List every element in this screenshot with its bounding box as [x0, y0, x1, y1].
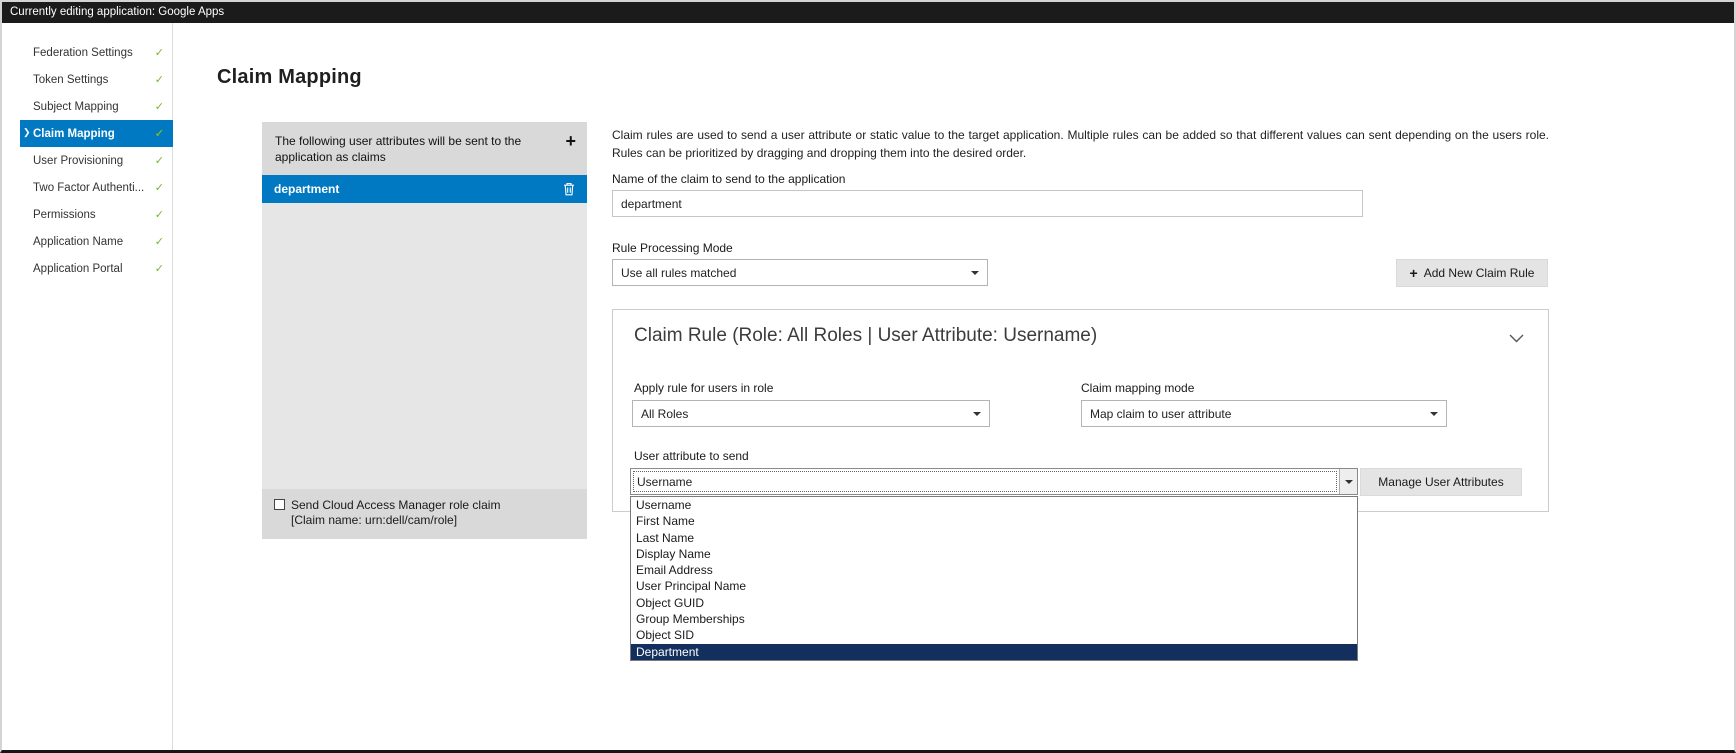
apply-rule-role-label: Apply rule for users in role [634, 381, 773, 395]
sidebar-item-label: Application Portal [33, 263, 123, 275]
attribute-list-item-department[interactable]: department [262, 175, 587, 203]
claim-rule-title: Claim Rule (Role: All Roles | User Attri… [634, 325, 1097, 347]
chevron-down-icon [973, 412, 981, 420]
sidebar-item-label: Subject Mapping [33, 101, 119, 113]
page-title: Claim Mapping [217, 66, 362, 89]
user-attribute-options-list: Username First Name Last Name Display Na… [630, 496, 1358, 661]
manage-user-attributes-button[interactable]: Manage User Attributes [1360, 468, 1522, 496]
rule-processing-mode-value: Use all rules matched [621, 266, 736, 280]
attribute-list-empty-area [262, 203, 587, 488]
option-first-name[interactable]: First Name [631, 513, 1357, 529]
role-claim-checkbox[interactable] [274, 499, 285, 510]
claim-mapping-mode-label: Claim mapping mode [1081, 381, 1194, 395]
sidebar-item-subject-mapping[interactable]: ❯ Subject Mapping ✓ [20, 93, 173, 120]
check-icon: ✓ [155, 100, 164, 113]
user-attribute-combobox[interactable] [630, 468, 1358, 495]
sidebar-item-label: Permissions [33, 209, 96, 221]
currently-editing-text: Currently editing application: Google Ap… [10, 6, 224, 18]
chevron-down-icon [1430, 412, 1438, 420]
add-new-claim-rule-button[interactable]: + Add New Claim Rule [1396, 259, 1548, 287]
user-attribute-label: User attribute to send [634, 449, 749, 463]
user-attributes-panel: The following user attributes will be se… [262, 122, 587, 539]
option-display-name[interactable]: Display Name [631, 546, 1357, 562]
sidebar-item-two-factor-authentication[interactable]: ❯ Two Factor Authenti... ✓ [20, 174, 173, 201]
combobox-dropdown-button[interactable] [1339, 469, 1357, 494]
role-select[interactable]: All Roles [632, 400, 990, 427]
sidebar-item-token-settings[interactable]: ❯ Token Settings ✓ [20, 66, 173, 93]
settings-sidebar: ❯ Federation Settings ✓ ❯ Token Settings… [2, 23, 173, 750]
attributes-panel-header-text: The following user attributes will be se… [275, 134, 521, 164]
sidebar-item-label: Two Factor Authenti... [33, 182, 144, 194]
manage-user-attributes-label: Manage User Attributes [1378, 475, 1503, 489]
sidebar-item-application-name[interactable]: ❯ Application Name ✓ [20, 228, 173, 255]
collapse-rule-chevron-icon[interactable] [1509, 332, 1524, 346]
attributes-panel-header: The following user attributes will be se… [262, 122, 587, 175]
check-icon: ✓ [155, 208, 164, 221]
add-attribute-icon[interactable]: + [565, 129, 576, 153]
check-icon: ✓ [155, 181, 164, 194]
sidebar-item-federation-settings[interactable]: ❯ Federation Settings ✓ [20, 39, 173, 66]
chevron-down-icon [1345, 480, 1353, 488]
rule-processing-mode-label: Rule Processing Mode [612, 241, 733, 255]
sidebar-item-label: User Provisioning [33, 155, 123, 167]
rule-processing-mode-select[interactable]: Use all rules matched [612, 259, 988, 286]
check-icon: ✓ [155, 46, 164, 59]
claim-mapping-mode-select[interactable]: Map claim to user attribute [1081, 400, 1447, 427]
check-icon: ✓ [155, 154, 164, 167]
check-icon: ✓ [155, 127, 164, 140]
attribute-item-label: department [274, 182, 339, 196]
check-icon: ✓ [155, 235, 164, 248]
option-last-name[interactable]: Last Name [631, 530, 1357, 546]
option-object-sid[interactable]: Object SID [631, 627, 1357, 643]
option-group-memberships[interactable]: Group Memberships [631, 611, 1357, 627]
role-claim-section: Send Cloud Access Manager role claim [Cl… [262, 489, 587, 539]
application-window: Currently editing application: Google Ap… [0, 0, 1736, 753]
claim-name-input[interactable] [612, 190, 1363, 217]
sidebar-item-label: Federation Settings [33, 47, 133, 59]
sidebar-item-permissions[interactable]: ❯ Permissions ✓ [20, 201, 173, 228]
claim-rules-description: Claim rules are used to send a user attr… [612, 126, 1549, 162]
currently-editing-banner: Currently editing application: Google Ap… [2, 2, 1734, 23]
check-icon: ✓ [155, 262, 164, 275]
claim-name-label: Name of the claim to send to the applica… [612, 172, 845, 186]
plus-icon: + [1410, 265, 1418, 281]
chevron-right-icon: ❯ [23, 127, 31, 138]
chevron-down-icon [971, 271, 979, 279]
role-claim-label: Send Cloud Access Manager role claim [291, 498, 500, 512]
option-username[interactable]: Username [631, 497, 1357, 513]
sidebar-item-label: Token Settings [33, 74, 108, 86]
sidebar-item-label: Claim Mapping [33, 128, 115, 140]
sidebar-item-application-portal[interactable]: ❯ Application Portal ✓ [20, 255, 173, 282]
delete-attribute-icon[interactable] [563, 182, 575, 196]
sidebar-item-user-provisioning[interactable]: ❯ User Provisioning ✓ [20, 147, 173, 174]
sidebar-item-label: Application Name [33, 236, 123, 248]
role-select-value: All Roles [641, 407, 688, 421]
claim-mapping-mode-value: Map claim to user attribute [1090, 407, 1231, 421]
option-department[interactable]: Department [631, 644, 1357, 660]
option-user-principal-name[interactable]: User Principal Name [631, 578, 1357, 594]
role-claim-name-note: [Claim name: urn:dell/cam/role] [274, 513, 575, 529]
sidebar-item-claim-mapping[interactable]: ❯ Claim Mapping ✓ [20, 120, 173, 147]
add-new-claim-rule-label: Add New Claim Rule [1424, 266, 1535, 280]
option-object-guid[interactable]: Object GUID [631, 595, 1357, 611]
user-attribute-input[interactable] [631, 469, 1339, 494]
check-icon: ✓ [155, 73, 164, 86]
option-email-address[interactable]: Email Address [631, 562, 1357, 578]
